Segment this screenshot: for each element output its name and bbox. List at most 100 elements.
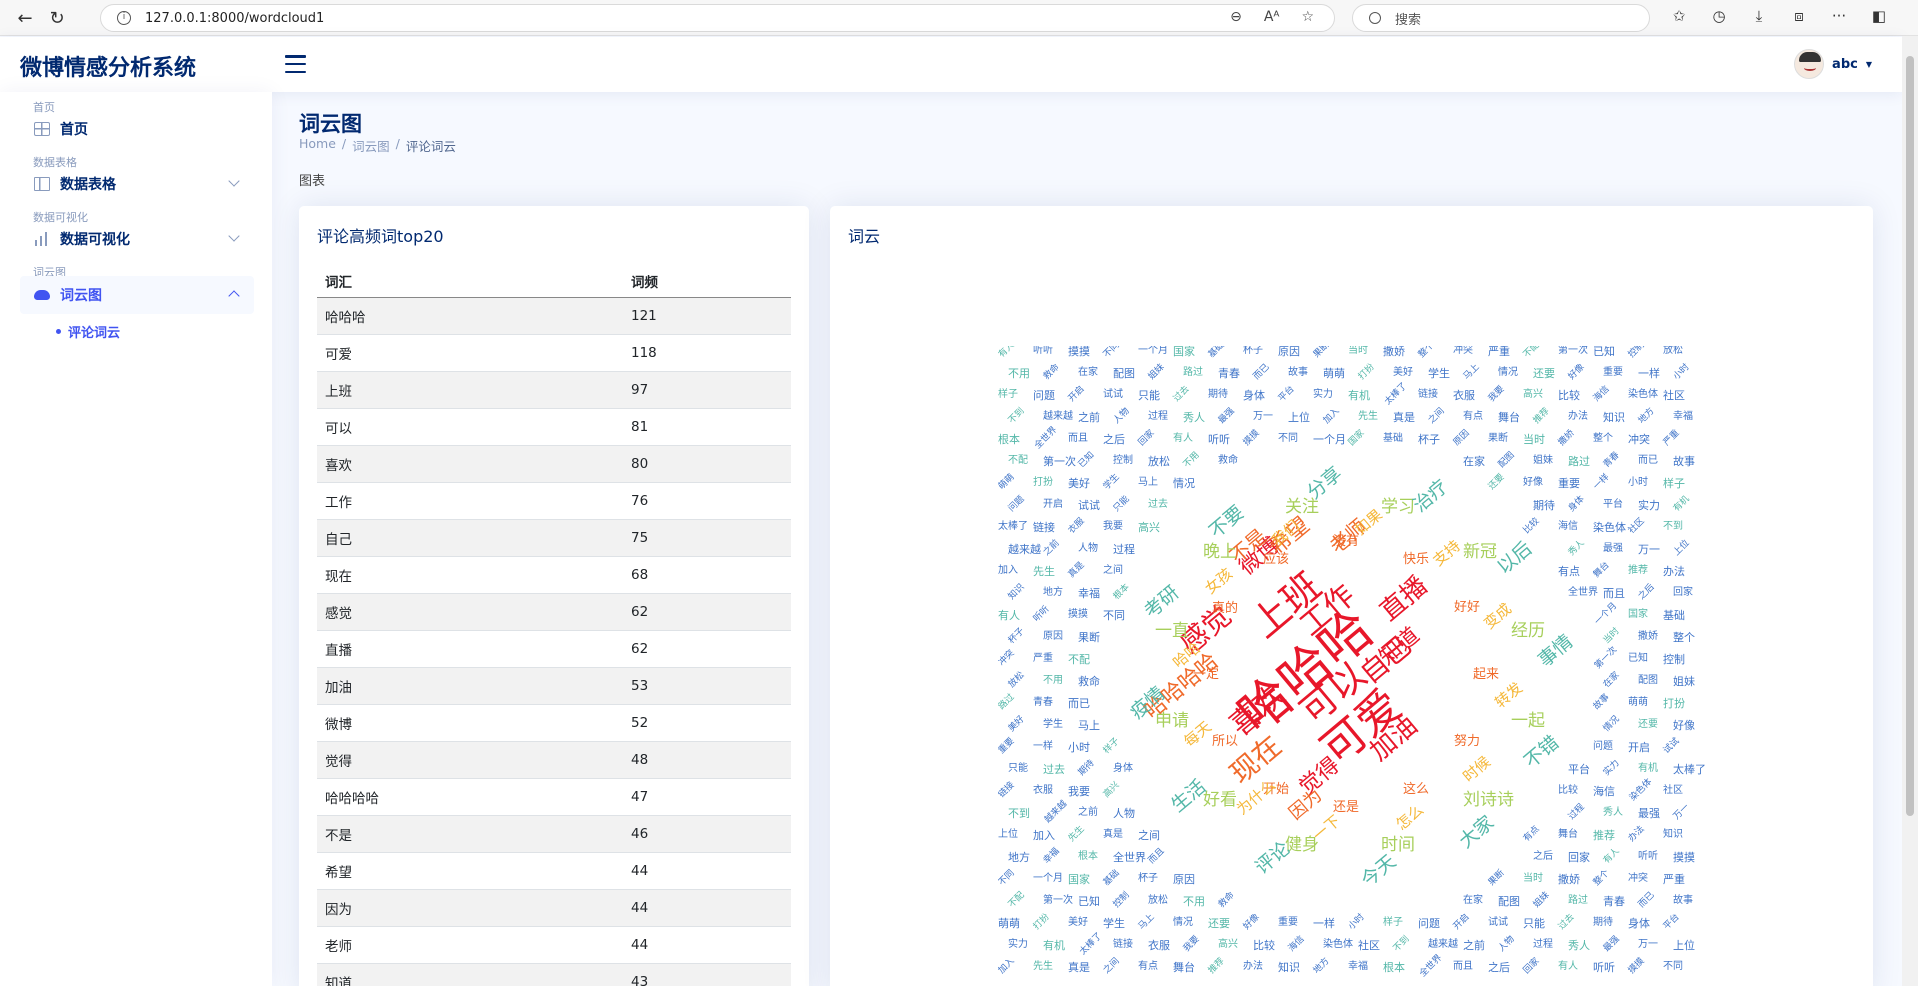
cloud-word: 一起 (1511, 711, 1545, 731)
cloud-word: 转发 (1491, 678, 1526, 712)
cloud-word: 期待 (1076, 758, 1097, 779)
sidebar-item-wordcloud[interactable]: 词云图 (20, 276, 254, 314)
app-header: 微博情感分析系统 abc ▼ (0, 37, 1902, 92)
cloud-word: 问题 (1593, 741, 1613, 752)
cloud-word: 治疗 (1409, 475, 1453, 517)
cloud-word: 打扮 (1031, 912, 1052, 933)
cloud-word: 全世界 (1033, 425, 1060, 452)
reload-icon[interactable]: ↻ (46, 7, 68, 29)
cloud-word: 过程 (1533, 939, 1553, 950)
app-title[interactable]: 微博情感分析系统 (20, 50, 196, 82)
cloud-word: 杯子 (1418, 433, 1440, 446)
table-row: 希望 44 (317, 852, 791, 890)
chevron-down-icon[interactable]: ▼ (1866, 60, 1872, 69)
cloud-word: 最强 (1216, 406, 1237, 427)
cloud-word: 小时 (1671, 362, 1692, 383)
history-icon[interactable]: ◷ (1708, 7, 1730, 25)
cloud-word: 第一次 (1043, 455, 1076, 468)
breadcrumb-home[interactable]: Home (299, 136, 336, 155)
browser-search-input[interactable]: 搜索 (1352, 4, 1650, 32)
table-icon (34, 177, 50, 191)
sidebar-subitem-comment-cloud[interactable]: 评论词云 (56, 322, 120, 341)
cloud-word: 推荐 (1628, 565, 1648, 576)
cloud-word: 加入 (998, 565, 1018, 576)
cloud-word: 全世界 (1113, 851, 1146, 864)
cloud-word: 样子 (998, 389, 1018, 400)
cloud-word: 配图 (1498, 895, 1520, 908)
cloud-word: 链接 (1418, 389, 1438, 400)
cloud-word: 过去 (1148, 499, 1168, 510)
more-menu-icon[interactable]: ··· (1828, 7, 1850, 25)
cloud-word: 之前 (1041, 538, 1062, 559)
cloud-word: 有机 (1043, 939, 1065, 952)
cloud-word: 摸摸 (1626, 956, 1647, 977)
breadcrumb-wordcloud[interactable]: 词云图 (352, 136, 390, 155)
cloud-word: 申请 (1155, 711, 1189, 731)
cloud-word: 不错 (1520, 731, 1564, 773)
address-bar[interactable]: i 127.0.0.1:8000/wordcloud1 ⊖ Aᴬ ☆ (100, 4, 1335, 32)
user-name[interactable]: abc (1832, 57, 1858, 72)
sidebar-toggle-icon[interactable]: ◧ (1868, 7, 1890, 25)
cloud-word: 原因 (1043, 631, 1063, 642)
menu-toggle-icon[interactable] (285, 55, 306, 73)
cloud-word: 好好 (1454, 600, 1481, 615)
download-icon[interactable]: ⤓ (1748, 7, 1770, 25)
cloud-word: 马上 (1138, 477, 1158, 488)
cloud-word: 听听 (1033, 346, 1053, 356)
frequency-cell: 62 (623, 630, 791, 668)
cloud-word: 一样 (1313, 917, 1335, 930)
table-row: 自己 75 (317, 519, 791, 557)
back-icon[interactable]: ← (14, 7, 36, 29)
cloud-word: 幸福 (1078, 587, 1100, 600)
cloud-word: 办法 (1243, 961, 1263, 972)
frequency-cell: 44 (623, 926, 791, 964)
cloud-word: 在家 (1463, 895, 1483, 906)
sidebar-item-visualization[interactable]: 数据可视化 (20, 220, 254, 258)
cloud-word: 染色体 (1628, 777, 1655, 804)
cloud-word: 果断 (1311, 346, 1332, 361)
cloud-word: 时候 (1459, 752, 1494, 786)
screenshot-icon[interactable]: ⧈ (1788, 7, 1810, 25)
cloud-word: 冲突 (1628, 433, 1650, 446)
cloud-word: 放松 (1148, 895, 1168, 906)
scrollbar-thumb[interactable] (1906, 56, 1914, 816)
read-aloud-icon[interactable]: Aᴬ (1264, 9, 1280, 25)
site-info-icon[interactable]: i (117, 11, 131, 25)
cloud-word: 不同 (1101, 346, 1122, 361)
cloud-word: 越来越 (1043, 411, 1073, 422)
url-text[interactable]: 127.0.0.1:8000/wordcloud1 (145, 11, 324, 26)
card-title: 评论高频词top20 (317, 227, 444, 246)
cloud-word: 严重 (1488, 346, 1510, 358)
cloud-word: 当时 (1348, 346, 1368, 356)
cloud-word: 只能 (1111, 494, 1132, 515)
cloud-word: 期待 (1208, 389, 1228, 400)
profile-dropdown[interactable]: abc ▼ (1794, 49, 1872, 79)
cloud-word: 果断 (1078, 631, 1100, 644)
cloud-word: 这么 (1403, 782, 1430, 797)
favorites-icon[interactable]: ✩ (1668, 7, 1690, 25)
cloud-word: 回家 (1568, 851, 1590, 864)
cloud-word: 之间 (1103, 565, 1123, 576)
table-row: 不是 46 (317, 815, 791, 853)
sidebar-item-home[interactable]: 首页 (20, 110, 254, 148)
avatar[interactable] (1794, 49, 1825, 79)
search-icon (1369, 12, 1381, 24)
cloud-word: 小时 (1068, 741, 1090, 754)
frequency-cell: 46 (623, 815, 791, 853)
cloud-word: 姐妹 (1146, 362, 1167, 383)
word-cell: 上班 (317, 371, 623, 409)
cloud-word: 学生 (1428, 367, 1450, 380)
cloud-word: 马上 (1078, 719, 1100, 732)
cloud-word: 知识 (1603, 411, 1625, 424)
page-scrollbar[interactable] (1902, 36, 1918, 986)
favorite-star-icon[interactable]: ☆ (1301, 9, 1314, 25)
sidebar-item-data-tables[interactable]: 数据表格 (20, 165, 254, 203)
cloud-word: 有人 (998, 346, 1017, 361)
cloud-word: 万一 (1638, 939, 1658, 950)
zoom-out-icon[interactable]: ⊖ (1230, 9, 1242, 25)
cloud-word: 太棒了 (1673, 763, 1706, 776)
cloud-word: 之前 (1078, 807, 1098, 818)
cloud-word: 链接 (1033, 521, 1055, 534)
cloud-word: 加入 (1321, 406, 1342, 427)
cloud-word: 还要 (1533, 367, 1555, 380)
